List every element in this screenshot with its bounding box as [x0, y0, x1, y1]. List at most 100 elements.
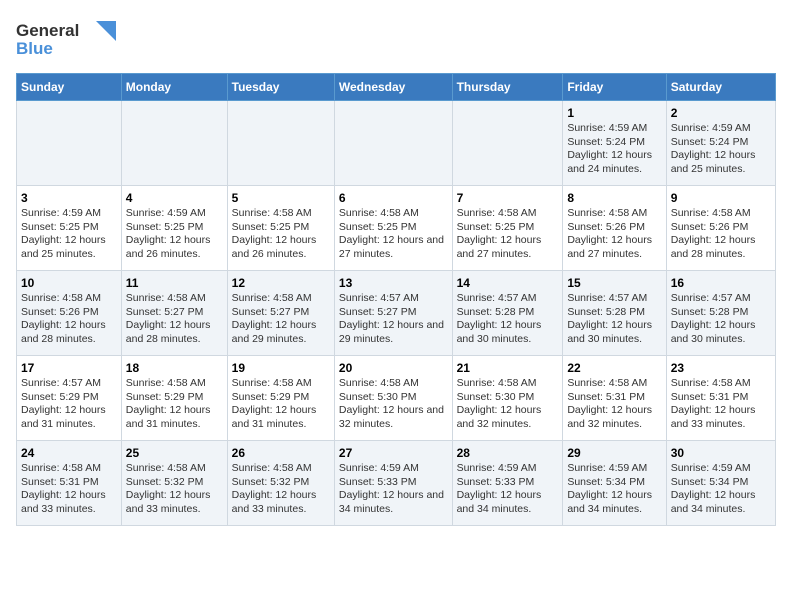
calendar-cell: 14 Sunrise: 4:57 AM Sunset: 5:28 PM Dayli…	[452, 271, 563, 356]
calendar-week-row: 1 Sunrise: 4:59 AM Sunset: 5:24 PM Daylig…	[17, 101, 776, 186]
logo: GeneralBlue	[16, 16, 126, 61]
day-info: Sunrise: 4:59 AM Sunset: 5:24 PM Dayligh…	[671, 122, 771, 177]
weekday-header: Wednesday	[334, 74, 452, 101]
calendar-cell: 1 Sunrise: 4:59 AM Sunset: 5:24 PM Daylig…	[563, 101, 666, 186]
day-info: Sunrise: 4:57 AM Sunset: 5:29 PM Dayligh…	[21, 377, 117, 432]
logo-svg: GeneralBlue	[16, 16, 126, 61]
day-number: 3	[21, 191, 117, 205]
day-number: 13	[339, 276, 448, 290]
day-info: Sunrise: 4:59 AM Sunset: 5:34 PM Dayligh…	[671, 462, 771, 517]
day-number: 11	[126, 276, 223, 290]
calendar-cell	[121, 101, 227, 186]
calendar-cell: 26 Sunrise: 4:58 AM Sunset: 5:32 PM Dayli…	[227, 441, 334, 526]
day-info: Sunrise: 4:58 AM Sunset: 5:25 PM Dayligh…	[232, 207, 330, 262]
day-info: Sunrise: 4:59 AM Sunset: 5:25 PM Dayligh…	[126, 207, 223, 262]
calendar-cell: 10 Sunrise: 4:58 AM Sunset: 5:26 PM Dayli…	[17, 271, 122, 356]
day-info: Sunrise: 4:59 AM Sunset: 5:33 PM Dayligh…	[339, 462, 448, 517]
calendar-week-row: 3 Sunrise: 4:59 AM Sunset: 5:25 PM Daylig…	[17, 186, 776, 271]
day-number: 23	[671, 361, 771, 375]
day-number: 21	[457, 361, 559, 375]
day-number: 4	[126, 191, 223, 205]
calendar-cell: 27 Sunrise: 4:59 AM Sunset: 5:33 PM Dayli…	[334, 441, 452, 526]
day-info: Sunrise: 4:58 AM Sunset: 5:25 PM Dayligh…	[457, 207, 559, 262]
weekday-header: Thursday	[452, 74, 563, 101]
calendar-cell: 20Sunrise: 4:58 AM Sunset: 5:30 PM Dayli…	[334, 356, 452, 441]
calendar-cell	[334, 101, 452, 186]
day-info: Sunrise: 4:58 AM Sunset: 5:31 PM Dayligh…	[21, 462, 117, 517]
day-number: 15	[567, 276, 661, 290]
day-number: 16	[671, 276, 771, 290]
day-info: Sunrise: 4:58 AM Sunset: 5:27 PM Dayligh…	[126, 292, 223, 347]
calendar-cell: 23 Sunrise: 4:58 AM Sunset: 5:31 PM Dayli…	[666, 356, 775, 441]
weekday-header: Tuesday	[227, 74, 334, 101]
svg-text:General: General	[16, 21, 79, 40]
day-number: 2	[671, 106, 771, 120]
calendar-cell: 15Sunrise: 4:57 AM Sunset: 5:28 PM Dayli…	[563, 271, 666, 356]
calendar-cell: 8 Sunrise: 4:58 AM Sunset: 5:26 PM Daylig…	[563, 186, 666, 271]
calendar-cell: 7 Sunrise: 4:58 AM Sunset: 5:25 PM Daylig…	[452, 186, 563, 271]
calendar-cell	[452, 101, 563, 186]
day-info: Sunrise: 4:58 AM Sunset: 5:25 PM Dayligh…	[339, 207, 448, 262]
day-info: Sunrise: 4:58 AM Sunset: 5:27 PM Dayligh…	[232, 292, 330, 347]
day-number: 17	[21, 361, 117, 375]
day-number: 7	[457, 191, 559, 205]
calendar-table: SundayMondayTuesdayWednesdayThursdayFrid…	[16, 73, 776, 526]
day-info: Sunrise: 4:58 AM Sunset: 5:29 PM Dayligh…	[126, 377, 223, 432]
day-number: 8	[567, 191, 661, 205]
day-number: 6	[339, 191, 448, 205]
calendar-cell: 4 Sunrise: 4:59 AM Sunset: 5:25 PM Daylig…	[121, 186, 227, 271]
day-number: 26	[232, 446, 330, 460]
day-number: 19	[232, 361, 330, 375]
day-number: 22	[567, 361, 661, 375]
day-info: Sunrise: 4:58 AM Sunset: 5:26 PM Dayligh…	[671, 207, 771, 262]
day-info: Sunrise: 4:58 AM Sunset: 5:29 PM Dayligh…	[232, 377, 330, 432]
day-number: 25	[126, 446, 223, 460]
day-number: 10	[21, 276, 117, 290]
day-info: Sunrise: 4:57 AM Sunset: 5:28 PM Dayligh…	[457, 292, 559, 347]
calendar-cell: 3Sunrise: 4:59 AM Sunset: 5:25 PM Daylig…	[17, 186, 122, 271]
day-info: Sunrise: 4:59 AM Sunset: 5:24 PM Dayligh…	[567, 122, 661, 177]
day-info: Sunrise: 4:59 AM Sunset: 5:33 PM Dayligh…	[457, 462, 559, 517]
day-info: Sunrise: 4:58 AM Sunset: 5:31 PM Dayligh…	[567, 377, 661, 432]
calendar-cell: 30Sunrise: 4:59 AM Sunset: 5:34 PM Dayli…	[666, 441, 775, 526]
calendar-cell: 29Sunrise: 4:59 AM Sunset: 5:34 PM Dayli…	[563, 441, 666, 526]
day-info: Sunrise: 4:58 AM Sunset: 5:32 PM Dayligh…	[126, 462, 223, 517]
day-info: Sunrise: 4:57 AM Sunset: 5:28 PM Dayligh…	[671, 292, 771, 347]
calendar-cell: 28 Sunrise: 4:59 AM Sunset: 5:33 PM Dayli…	[452, 441, 563, 526]
calendar-cell: 12Sunrise: 4:58 AM Sunset: 5:27 PM Dayli…	[227, 271, 334, 356]
weekday-header: Sunday	[17, 74, 122, 101]
svg-text:Blue: Blue	[16, 39, 53, 58]
day-info: Sunrise: 4:58 AM Sunset: 5:30 PM Dayligh…	[339, 377, 448, 432]
calendar-cell: 25 Sunrise: 4:58 AM Sunset: 5:32 PM Dayli…	[121, 441, 227, 526]
day-number: 18	[126, 361, 223, 375]
calendar-cell: 17 Sunrise: 4:57 AM Sunset: 5:29 PM Dayli…	[17, 356, 122, 441]
header: GeneralBlue	[16, 16, 776, 61]
day-info: Sunrise: 4:57 AM Sunset: 5:27 PM Dayligh…	[339, 292, 448, 347]
day-info: Sunrise: 4:58 AM Sunset: 5:31 PM Dayligh…	[671, 377, 771, 432]
day-info: Sunrise: 4:58 AM Sunset: 5:30 PM Dayligh…	[457, 377, 559, 432]
weekday-header: Monday	[121, 74, 227, 101]
day-number: 9	[671, 191, 771, 205]
day-info: Sunrise: 4:58 AM Sunset: 5:26 PM Dayligh…	[567, 207, 661, 262]
day-number: 28	[457, 446, 559, 460]
calendar-cell: 22 Sunrise: 4:58 AM Sunset: 5:31 PM Dayli…	[563, 356, 666, 441]
day-info: Sunrise: 4:58 AM Sunset: 5:32 PM Dayligh…	[232, 462, 330, 517]
calendar-cell	[227, 101, 334, 186]
day-number: 1	[567, 106, 661, 120]
calendar-cell: 16 Sunrise: 4:57 AM Sunset: 5:28 PM Dayli…	[666, 271, 775, 356]
calendar-cell: 11 Sunrise: 4:58 AM Sunset: 5:27 PM Dayli…	[121, 271, 227, 356]
calendar-cell: 9 Sunrise: 4:58 AM Sunset: 5:26 PM Daylig…	[666, 186, 775, 271]
day-number: 14	[457, 276, 559, 290]
weekday-header: Friday	[563, 74, 666, 101]
day-number: 5	[232, 191, 330, 205]
day-info: Sunrise: 4:59 AM Sunset: 5:34 PM Dayligh…	[567, 462, 661, 517]
calendar-week-row: 10 Sunrise: 4:58 AM Sunset: 5:26 PM Dayli…	[17, 271, 776, 356]
weekday-header-row: SundayMondayTuesdayWednesdayThursdayFrid…	[17, 74, 776, 101]
day-info: Sunrise: 4:58 AM Sunset: 5:26 PM Dayligh…	[21, 292, 117, 347]
calendar-cell: 5 Sunrise: 4:58 AM Sunset: 5:25 PM Daylig…	[227, 186, 334, 271]
calendar-cell: 6 Sunrise: 4:58 AM Sunset: 5:25 PM Daylig…	[334, 186, 452, 271]
day-number: 24	[21, 446, 117, 460]
calendar-cell: 13 Sunrise: 4:57 AM Sunset: 5:27 PM Dayli…	[334, 271, 452, 356]
day-number: 27	[339, 446, 448, 460]
calendar-cell: 21 Sunrise: 4:58 AM Sunset: 5:30 PM Dayli…	[452, 356, 563, 441]
